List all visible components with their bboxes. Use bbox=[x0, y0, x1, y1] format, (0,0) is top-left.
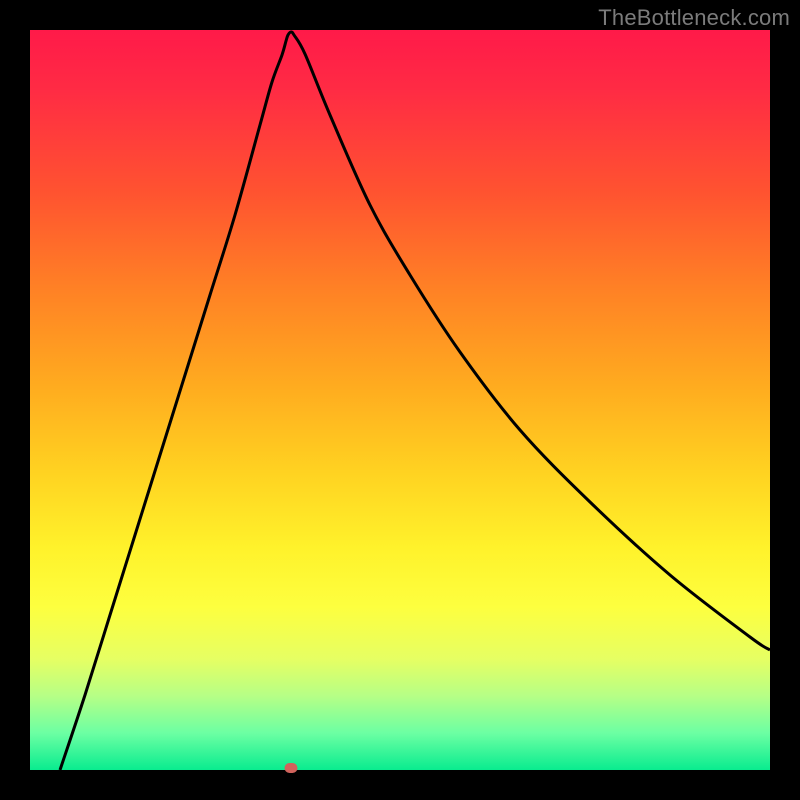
chart-frame: TheBottleneck.com bbox=[0, 0, 800, 800]
plot-area bbox=[30, 30, 770, 770]
curve-layer bbox=[30, 30, 770, 770]
watermark-text: TheBottleneck.com bbox=[598, 5, 790, 31]
bottleneck-minimum-marker bbox=[285, 763, 298, 773]
bottleneck-curve bbox=[60, 32, 770, 770]
